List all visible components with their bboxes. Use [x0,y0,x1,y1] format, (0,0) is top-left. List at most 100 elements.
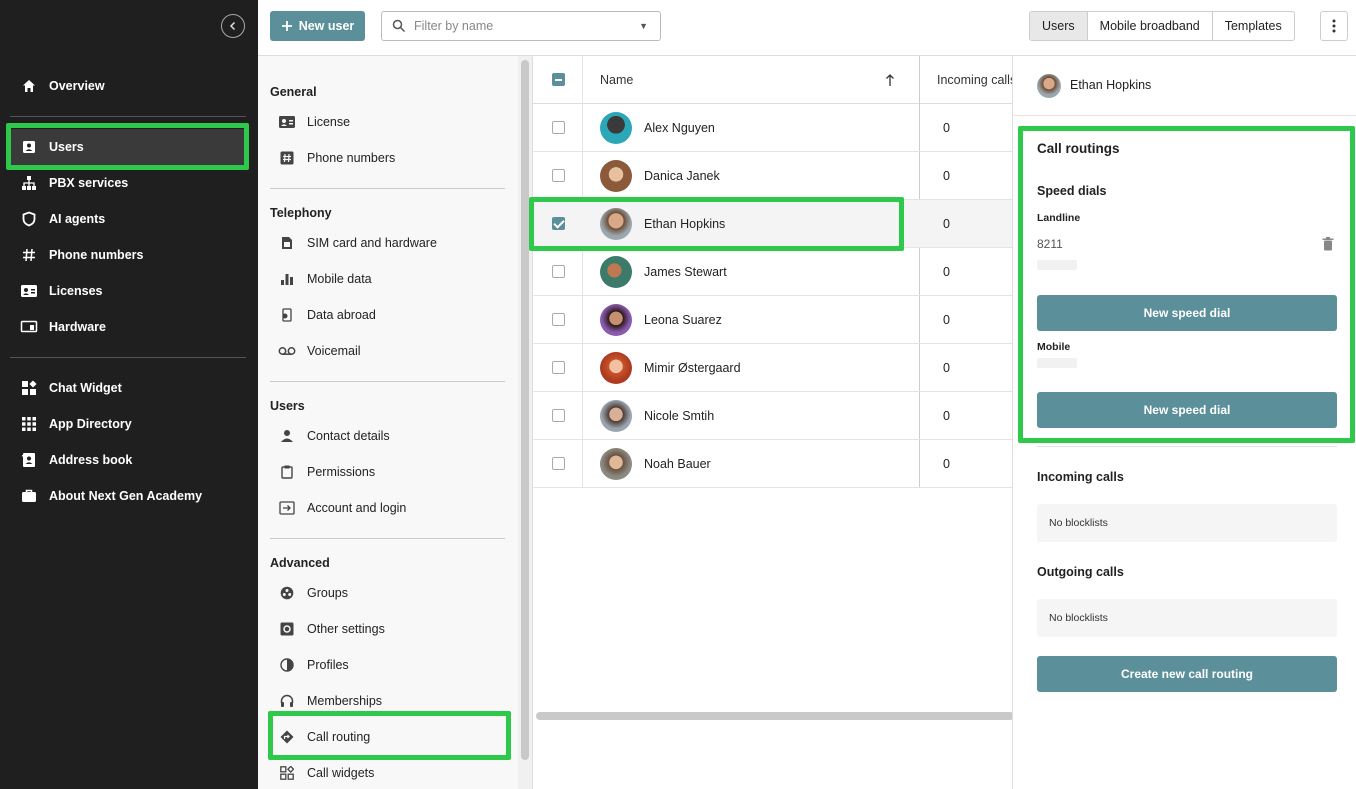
row-checkbox[interactable] [552,121,565,134]
sidebar-item-hardware[interactable]: Hardware [10,309,246,345]
detail-header: Ethan Hopkins [1013,56,1356,116]
menu-item-voicemail[interactable]: Voicemail [270,335,506,367]
new-user-label: New user [298,19,355,33]
sidebar-item-address-book[interactable]: Address book [10,442,246,478]
kebab-menu-icon [1332,19,1336,33]
menu-item-label: Permissions [307,465,376,479]
menu-item-account-login[interactable]: Account and login [270,492,506,524]
menu-item-label: SIM card and hardware [307,236,437,250]
menu-item-data-abroad[interactable]: Data abroad [270,299,506,331]
menu-item-phone-numbers[interactable]: Phone numbers [270,142,506,174]
incoming-calls-count: 0 [943,313,950,327]
sidebar-item-overview[interactable]: Overview [10,68,246,104]
sort-ascending-icon[interactable] [885,73,895,87]
menu-item-profiles[interactable]: Profiles [270,649,506,681]
sidebar-item-licenses[interactable]: Licenses [10,273,246,309]
row-checkbox[interactable] [552,409,565,422]
user-name: Mimir Østergaard [644,361,741,375]
phone-globe-icon [278,306,296,324]
row-checkbox[interactable] [552,313,565,326]
menu-item-memberships[interactable]: Memberships [270,685,506,717]
table-horizontal-scrollbar[interactable] [536,712,1014,720]
hash-box-icon [278,149,296,167]
row-checkbox[interactable] [552,457,565,470]
sidebar-item-label: Overview [49,79,105,93]
column-header-incoming-calls[interactable]: Incoming calls [937,56,1013,104]
incoming-blocklists: No blocklists [1037,504,1337,542]
menu-item-label: Call routing [307,730,371,744]
avatar [600,256,632,288]
sidebar-item-about[interactable]: About Next Gen Academy [10,478,246,514]
menu-divider [270,381,505,382]
menu-scrollbar-thumb[interactable] [521,60,529,760]
sidebar-divider [10,116,246,117]
new-speed-dial-landline-button[interactable]: New speed dial [1037,295,1337,331]
hash-icon [20,246,38,264]
sidebar: Overview Users PBX services AI agents Ph… [0,0,258,789]
trash-icon[interactable] [1322,237,1334,251]
outgoing-blocklists: No blocklists [1037,599,1337,637]
menu-item-license[interactable]: License [270,106,506,138]
avatar [600,208,632,240]
sidebar-item-chat-widget[interactable]: Chat Widget [10,370,246,406]
menu-item-contact-details[interactable]: Contact details [270,420,506,452]
row-checkbox[interactable] [552,169,565,182]
filter-by-name-input[interactable]: Filter by name ▼ [381,11,661,41]
create-call-routing-button[interactable]: Create new call routing [1037,656,1337,692]
sidebar-item-ai-agents[interactable]: AI agents [10,201,246,237]
tab-templates[interactable]: Templates [1213,12,1294,40]
incoming-calls-count: 0 [943,217,950,231]
table-row[interactable]: Alex Nguyen 0 [533,104,1013,152]
settings-menu: General License Phone numbers Telephony … [258,56,518,789]
menu-item-mobile-data[interactable]: Mobile data [270,263,506,295]
dropdown-caret-icon[interactable]: ▼ [639,21,648,31]
avatar [600,400,632,432]
table-row[interactable]: Danica Janek 0 [533,152,1013,200]
users-table: Name Incoming calls Alex Nguyen 0 Danica… [532,56,1014,789]
sidebar-item-app-directory[interactable]: App Directory [10,406,246,442]
menu-item-label: Phone numbers [307,151,396,165]
avatar [600,112,632,144]
menu-item-other-settings[interactable]: Other settings [270,613,506,645]
menu-item-groups[interactable]: Groups [270,577,506,609]
incoming-calls-count: 0 [943,265,950,279]
menu-item-sim-card[interactable]: SIM card and hardware [270,227,506,259]
widgets-icon [278,764,296,782]
view-switcher: Users Mobile broadband Templates [1029,11,1295,41]
menu-item-label: Call widgets [307,766,375,780]
table-row-selected[interactable]: Ethan Hopkins 0 [533,200,1013,248]
license-icon [278,113,296,131]
home-icon [20,77,38,95]
table-row[interactable]: Leona Suarez 0 [533,296,1013,344]
apps-grid-icon [20,415,38,433]
table-row[interactable]: Nicole Smtih 0 [533,392,1013,440]
select-all-checkbox[interactable] [552,73,565,86]
avatar [1037,74,1061,98]
tab-mobile-broadband[interactable]: Mobile broadband [1088,12,1213,40]
more-options-button[interactable] [1320,11,1348,41]
table-row[interactable]: Noah Bauer 0 [533,440,1013,488]
table-row[interactable]: Mimir Østergaard 0 [533,344,1013,392]
row-checkbox[interactable] [552,265,565,278]
table-row[interactable]: James Stewart 0 [533,248,1013,296]
menu-item-call-routing[interactable]: Call routing [270,721,506,753]
tab-users[interactable]: Users [1030,12,1088,40]
menu-item-permissions[interactable]: Permissions [270,456,506,488]
sidebar-item-users[interactable]: Users [10,129,246,165]
new-speed-dial-mobile-button[interactable]: New speed dial [1037,392,1337,428]
sim-card-icon [278,234,296,252]
row-checkbox[interactable] [552,361,565,374]
incoming-calls-count: 0 [943,457,950,471]
sidebar-item-label: PBX services [49,176,129,190]
sidebar-item-pbx-services[interactable]: PBX services [10,165,246,201]
column-header-name[interactable]: Name [600,56,633,104]
menu-item-label: Account and login [307,501,407,515]
collapse-sidebar-button[interactable] [221,14,245,38]
sidebar-item-phone-numbers[interactable]: Phone numbers [10,237,246,273]
contrast-icon [278,656,296,674]
login-icon [278,499,296,517]
new-user-button[interactable]: New user [270,11,365,41]
row-checkbox[interactable] [552,217,565,230]
briefcase-icon [20,487,38,505]
menu-item-call-widgets[interactable]: Call widgets [270,757,506,789]
